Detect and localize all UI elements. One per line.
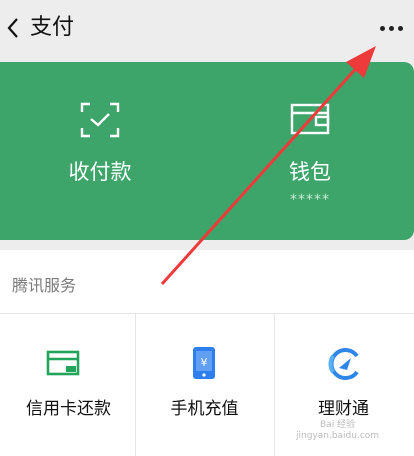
- phone-recharge-icon: ¥: [193, 347, 215, 379]
- phone-recharge-button[interactable]: ¥ 手机充值: [136, 314, 273, 456]
- more-dot-icon: [380, 26, 385, 31]
- credit-card-repay-button[interactable]: 信用卡还款: [0, 314, 137, 456]
- watermark-line: jingyan.baidu.com: [296, 431, 380, 441]
- phone-recharge-label: 手机充值: [170, 399, 239, 419]
- watermark-line: Bai 经验: [320, 420, 356, 430]
- credit-card-repay-label: 信用卡还款: [26, 399, 111, 419]
- more-options-button[interactable]: [376, 14, 408, 42]
- page-title: 支付: [30, 15, 75, 40]
- top-bar: 支付: [0, 0, 414, 58]
- wallet-balance-masked: *****: [290, 192, 330, 208]
- receive-pay-button[interactable]: 收付款: [0, 62, 200, 240]
- chevron-left-icon: [7, 18, 18, 38]
- wealth-icon: [328, 348, 359, 380]
- watermark: Bai 经验 jingyan.baidu.com: [296, 420, 379, 442]
- section-title: 腾讯服务: [12, 276, 77, 295]
- back-button[interactable]: [4, 14, 24, 42]
- wealth-management-label: 理财通: [318, 399, 369, 419]
- wallet-panel: 收付款 钱包 *****: [0, 62, 414, 240]
- more-dot-icon: [389, 26, 394, 31]
- credit-card-icon: [46, 350, 80, 376]
- wallet-button[interactable]: 钱包 *****: [210, 62, 410, 240]
- svg-text:¥: ¥: [201, 356, 208, 369]
- wallet-label: 钱包: [289, 160, 331, 184]
- wallet-icon: [290, 103, 330, 135]
- receive-pay-label: 收付款: [68, 160, 132, 184]
- more-dot-icon: [398, 26, 403, 31]
- scan-pay-icon: [80, 102, 120, 138]
